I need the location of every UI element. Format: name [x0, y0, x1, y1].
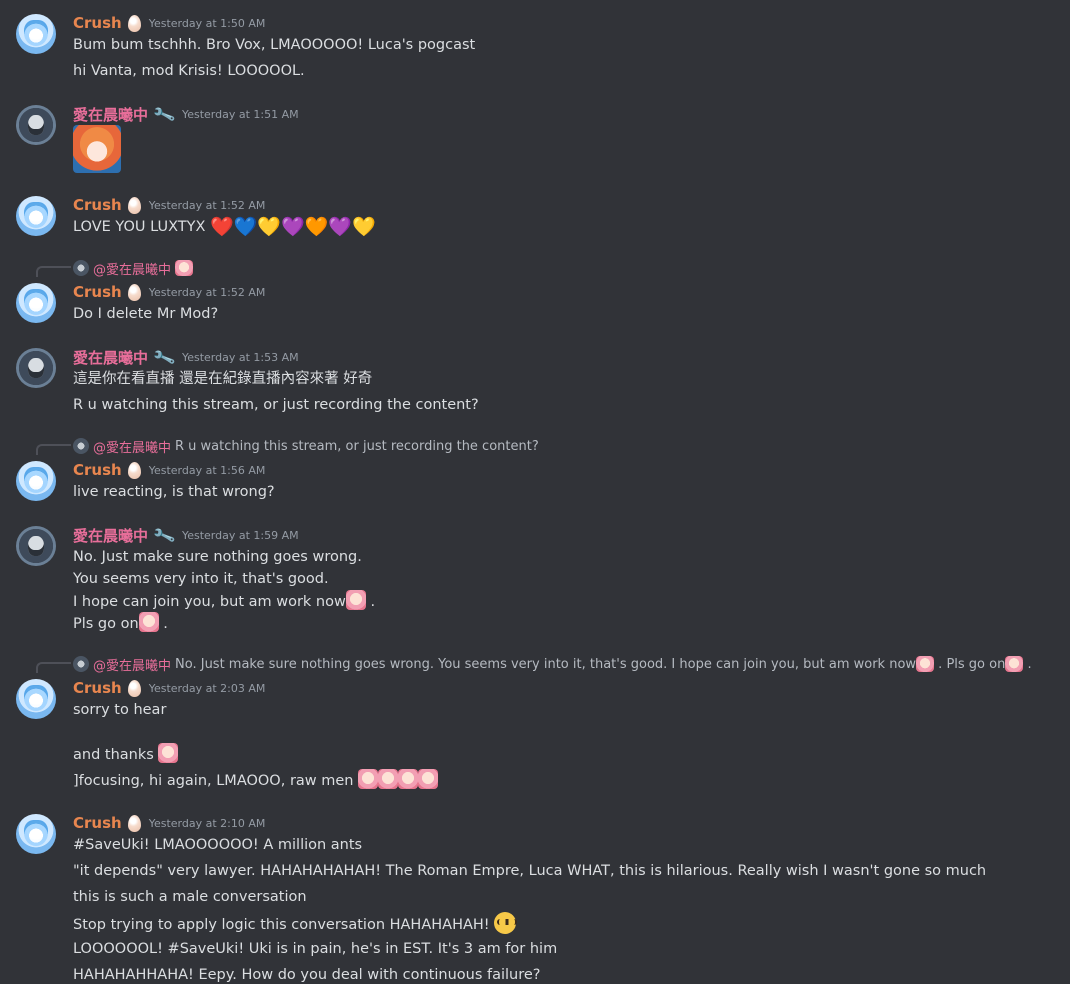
reply-spine	[36, 444, 71, 455]
username[interactable]: 愛在晨曦中	[73, 525, 148, 546]
wrench-icon: 🔧	[151, 522, 177, 548]
image-attachment[interactable]	[73, 125, 121, 173]
reply-spine	[36, 266, 71, 277]
egg-icon	[127, 679, 141, 697]
custom-emoji[interactable]	[158, 743, 179, 763]
nerd-face-emoji[interactable]	[494, 912, 518, 934]
custom-emoji[interactable]	[418, 769, 439, 789]
custom-emoji[interactable]	[378, 769, 399, 789]
custom-emoji[interactable]	[345, 590, 366, 610]
reply-spine	[36, 662, 71, 673]
avatar[interactable]	[16, 814, 56, 854]
message-line: Pls go on .	[73, 612, 168, 635]
reply-preview[interactable]: @愛在晨曦中 No. Just make sure nothing goes w…	[73, 655, 1032, 674]
timestamp: Yesterday at 2:03 AM	[148, 681, 266, 695]
timestamp: Yesterday at 1:52 AM	[148, 198, 266, 212]
avatar[interactable]	[16, 105, 56, 145]
timestamp: Yesterday at 1:59 AM	[181, 528, 299, 542]
message-text: Stop trying to apply logic this conversa…	[73, 917, 490, 933]
wrench-icon: 🔧	[151, 344, 177, 370]
message-line: You seems very into it, that's good.	[73, 571, 329, 587]
avatar[interactable]	[16, 196, 56, 236]
message-line: #SaveUki! LMAOOOOOO! A million ants	[73, 837, 363, 853]
username[interactable]: Crush	[73, 461, 122, 479]
avatar[interactable]	[16, 283, 56, 323]
heart-emoji[interactable]: 💜	[328, 216, 352, 238]
message-text: and thanks	[73, 747, 154, 763]
timestamp: Yesterday at 1:56 AM	[148, 463, 266, 477]
message-line: Bum bum tschhh. Bro Vox, LMAOOOOO! Luca'…	[73, 37, 476, 53]
avatar[interactable]	[16, 14, 56, 54]
avatar[interactable]	[16, 461, 56, 501]
custom-emoji	[175, 260, 194, 276]
egg-icon	[127, 461, 141, 479]
message-text: I hope can join you, but am work now	[73, 594, 346, 610]
username[interactable]: Crush	[73, 14, 122, 32]
avatar[interactable]	[16, 526, 56, 566]
message-text: ]focusing, hi again, LMAOOO, raw men	[73, 773, 354, 789]
message-line: hi Vanta, mod Krisis! LOOOOOL.	[73, 63, 305, 79]
message-line: R u watching this stream, or just record…	[73, 397, 479, 413]
message-line: Do I delete Mr Mod?	[73, 306, 219, 322]
username[interactable]: Crush	[73, 814, 122, 832]
username[interactable]: Crush	[73, 196, 122, 214]
avatar[interactable]	[16, 679, 56, 719]
egg-icon	[127, 283, 141, 301]
message-line: HAHAHAHHAHA! Eepy. How do you deal with …	[73, 967, 541, 983]
timestamp: Yesterday at 2:10 AM	[148, 816, 266, 830]
custom-emoji	[916, 656, 935, 672]
reply-avatar	[73, 260, 89, 276]
username[interactable]: 愛在晨曦中	[73, 104, 148, 125]
message-text: LOVE YOU LUXTYX	[73, 219, 206, 235]
heart-emoji[interactable]: ❤️	[210, 216, 234, 238]
message-text: Pls go on	[73, 616, 139, 632]
message-line: Stop trying to apply logic this conversa…	[73, 912, 518, 936]
wrench-icon: 🔧	[151, 101, 177, 127]
heart-emoji[interactable]: 💙	[234, 216, 258, 238]
timestamp: Yesterday at 1:51 AM	[181, 107, 299, 121]
reply-text-tail: Pls go on	[946, 656, 1006, 672]
message-line: sorry to hear	[73, 702, 167, 718]
message-line: live reacting, is that wrong?	[73, 484, 275, 500]
reply-text: R u watching this stream, or just record…	[175, 438, 539, 454]
message-line: No. Just make sure nothing goes wrong.	[73, 549, 362, 565]
egg-icon	[127, 196, 141, 214]
avatar[interactable]	[16, 348, 56, 388]
reply-preview[interactable]: @愛在晨曦中 R u watching this stream, or just…	[73, 437, 539, 456]
egg-icon	[127, 14, 141, 32]
username[interactable]: Crush	[73, 679, 122, 697]
timestamp: Yesterday at 1:52 AM	[148, 285, 266, 299]
chat-log: Crush Yesterday at 1:50 AM Bum bum tschh…	[0, 0, 1070, 984]
username[interactable]: Crush	[73, 283, 122, 301]
message-line: this is such a male conversation	[73, 889, 307, 905]
heart-emoji[interactable]: 💛	[257, 216, 281, 238]
timestamp: Yesterday at 1:50 AM	[148, 16, 266, 30]
reply-avatar	[73, 656, 89, 672]
reply-mention[interactable]: @愛在晨曦中	[93, 655, 171, 674]
message-line: LOVE YOU LUXTYX ❤️💙💛💜🧡💜💛	[73, 216, 376, 238]
heart-emoji[interactable]: 💛	[352, 216, 376, 238]
message-line: and thanks	[73, 743, 179, 766]
custom-emoji[interactable]	[138, 612, 159, 632]
message-line: "it depends" very lawyer. HAHAHAHAHAH! T…	[73, 863, 987, 879]
custom-emoji[interactable]	[358, 769, 379, 789]
username[interactable]: 愛在晨曦中	[73, 347, 148, 368]
reply-text: No. Just make sure nothing goes wrong. Y…	[175, 656, 917, 672]
reply-mention[interactable]: @愛在晨曦中	[93, 259, 171, 278]
timestamp: Yesterday at 1:53 AM	[181, 350, 299, 364]
reply-mention[interactable]: @愛在晨曦中	[93, 437, 171, 456]
reply-preview[interactable]: @愛在晨曦中	[73, 259, 194, 278]
custom-emoji[interactable]	[398, 769, 419, 789]
message-line: ]focusing, hi again, LMAOOO, raw men	[73, 769, 439, 792]
reply-avatar	[73, 438, 89, 454]
egg-icon	[127, 814, 141, 832]
message-line: 這是你在看直播 還是在紀錄直播內容來著 好奇	[73, 371, 373, 387]
message-line: LOOOOOOL! #SaveUki! Uki is in pain, he's…	[73, 941, 558, 957]
message-line: I hope can join you, but am work now .	[73, 590, 375, 613]
custom-emoji	[1005, 656, 1024, 672]
heart-emoji[interactable]: 💜	[281, 216, 305, 238]
heart-emoji[interactable]: 🧡	[305, 216, 329, 238]
